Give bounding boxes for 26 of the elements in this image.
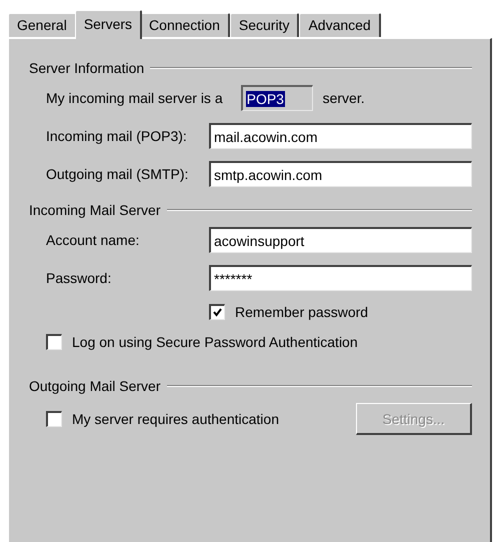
input-field[interactable]: smtp.acowin.com xyxy=(209,161,472,187)
input-field[interactable]: mail.acowin.com xyxy=(209,123,472,149)
field-label: Account name: xyxy=(46,232,140,248)
tab[interactable]: Connection xyxy=(140,13,230,37)
checkbox-label: Remember password xyxy=(235,304,368,320)
tab[interactable]: Security xyxy=(230,13,300,37)
check-icon xyxy=(213,308,222,317)
field-label: Password: xyxy=(46,270,112,286)
server-type-label: My incoming mail server is a xyxy=(46,90,223,106)
tab[interactable]: General xyxy=(8,13,77,37)
server-type-suffix: server. xyxy=(322,90,365,106)
checkbox-label: Log on using Secure Password Authentication xyxy=(72,334,358,350)
input-field[interactable]: ******* xyxy=(209,265,472,291)
input-field[interactable]: acowinsupport xyxy=(209,227,472,253)
checkbox[interactable] xyxy=(46,334,62,350)
group-title: Server Information xyxy=(29,60,144,76)
server-type-field: POP3 xyxy=(240,85,313,111)
field-label: Incoming mail (POP3): xyxy=(46,128,188,144)
tab[interactable]: Servers xyxy=(74,10,142,39)
group-title: Incoming Mail Server xyxy=(29,202,160,218)
group-title: Outgoing Mail Server xyxy=(29,378,161,394)
checkbox[interactable] xyxy=(46,411,62,427)
checkbox[interactable] xyxy=(209,304,225,320)
checkbox-label: My server requires authentication xyxy=(72,411,279,427)
field-label: Outgoing mail (SMTP): xyxy=(46,166,190,182)
tab[interactable]: Advanced xyxy=(299,13,381,37)
